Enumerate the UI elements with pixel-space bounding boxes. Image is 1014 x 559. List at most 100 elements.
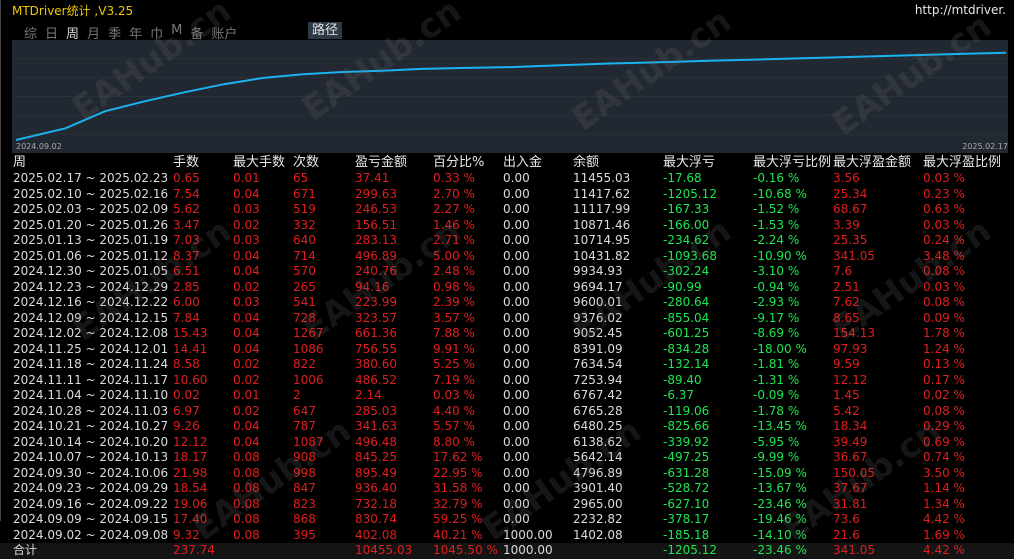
table-cell: 732.18 xyxy=(355,496,397,511)
header-cell[interactable]: 最大浮盈比例 xyxy=(923,154,1001,171)
table-cell: 2024.09.09 ~ 2024.09.15 xyxy=(13,512,169,526)
header-cell[interactable]: 最大浮盈金额 xyxy=(833,154,911,171)
table-cell: 0.65 xyxy=(173,171,200,185)
table-cell: 12.12 xyxy=(833,372,868,387)
table-cell: 17.62 % xyxy=(433,450,483,464)
table-cell: 0.02 xyxy=(233,372,260,387)
header-cell[interactable]: 出入金 xyxy=(503,154,542,171)
table-row[interactable]: 2024.10.21 ~ 2024.10.27 9.26 0.04 787 341.63… xyxy=(0,419,1014,435)
table-row[interactable]: 2025.01.13 ~ 2025.01.19 7.03 0.03 640 283.13… xyxy=(0,233,1014,249)
table-cell: 2.70 % xyxy=(433,186,475,201)
table-row[interactable]: 2024.10.14 ~ 2024.10.20 12.12 0.04 1087 496.… xyxy=(0,435,1014,451)
table-cell: 73.6 xyxy=(833,512,860,526)
table-cell: 2024.11.04 ~ 2024.11.10 xyxy=(13,388,169,402)
header-cell[interactable]: 最大手数 xyxy=(233,154,285,171)
header-cell[interactable]: 手数 xyxy=(173,154,199,171)
table-cell: -497.25 xyxy=(663,450,710,464)
table-cell: -1093.68 xyxy=(663,248,717,263)
table-cell: 0.03 xyxy=(233,202,260,216)
table-cell: 7.54 xyxy=(173,186,200,201)
table-cell: 936.40 xyxy=(355,481,397,495)
header-cell[interactable]: 百分比% xyxy=(433,154,484,171)
table-cell: 65 xyxy=(293,171,309,185)
table-row[interactable]: 2025.01.06 ~ 2025.01.12 8.37 0.04 714 496.89… xyxy=(0,249,1014,265)
table-row[interactable]: 2024.09.23 ~ 2024.09.29 18.54 0.08 847 936.4… xyxy=(0,481,1014,497)
table-row[interactable]: 2024.10.28 ~ 2024.11.03 6.97 0.02 647 285.03… xyxy=(0,404,1014,420)
table-cell: 10455.03 xyxy=(355,543,413,557)
table-cell: 237.74 xyxy=(173,543,215,557)
url-label[interactable]: http://mtdriver. xyxy=(915,3,1006,17)
table-cell: 6765.28 xyxy=(573,403,623,418)
table-cell: -834.28 xyxy=(663,341,710,356)
table-cell: -19.46 % xyxy=(753,512,807,526)
table-cell: 5.62 xyxy=(173,202,200,216)
table-row[interactable]: 2024.10.07 ~ 2024.10.13 18.17 0.08 908 845.2… xyxy=(0,450,1014,466)
table-cell: 1087 xyxy=(293,434,324,449)
table-row[interactable]: 2024.09.09 ~ 2024.09.15 17.40 0.08 868 830.7… xyxy=(0,512,1014,528)
table-row[interactable]: 2024.09.02 ~ 2024.09.08 9.32 0.08 395 402.08… xyxy=(0,528,1014,544)
table-cell: -18.00 % xyxy=(753,341,807,356)
table-cell: 7253.94 xyxy=(573,372,623,387)
table-cell: 25.35 xyxy=(833,233,868,247)
table-cell: 0.00 xyxy=(503,512,530,526)
header-cell[interactable]: 最大浮亏比例 xyxy=(753,154,831,171)
table-row[interactable]: 2024.11.18 ~ 2024.11.24 8.58 0.02 822 380.60… xyxy=(0,357,1014,373)
table-cell: 11117.99 xyxy=(573,202,631,216)
table-cell: 2965.00 xyxy=(573,496,623,511)
header-cell[interactable]: 最大浮亏 xyxy=(663,154,715,171)
table-row[interactable]: 2024.12.30 ~ 2025.01.05 6.51 0.04 570 240.76… xyxy=(0,264,1014,280)
table-cell: 19.06 xyxy=(173,496,208,511)
table-cell: 0.00 xyxy=(503,233,530,247)
table-cell: 2.71 % xyxy=(433,233,475,247)
table-row[interactable]: 2024.12.09 ~ 2024.12.15 7.84 0.04 728 323.57… xyxy=(0,311,1014,327)
header-cell[interactable]: 余额 xyxy=(573,154,599,171)
table-cell: 0.04 xyxy=(233,419,260,433)
table-cell: 0.04 xyxy=(233,186,260,201)
table-cell: 32.79 % xyxy=(433,496,483,511)
table-cell: 0.00 xyxy=(503,419,530,433)
table-cell: 0.00 xyxy=(503,326,530,340)
table-row[interactable]: 2024.11.11 ~ 2024.11.17 10.60 0.02 1006 486.… xyxy=(0,373,1014,389)
table-cell: 6.00 xyxy=(173,295,200,309)
table-cell: 2025.02.10 ~ 2025.02.16 xyxy=(13,186,169,201)
table-cell: 21.98 xyxy=(173,465,208,480)
table-cell: 2024.12.16 ~ 2024.12.22 xyxy=(13,295,169,309)
table-cell: 150.05 xyxy=(833,465,875,480)
table-cell: -23.46 % xyxy=(753,543,807,557)
header-cell[interactable]: 周 xyxy=(13,154,26,171)
table-cell: -855.04 xyxy=(663,310,710,325)
table-cell: -1205.12 xyxy=(663,543,717,557)
table-row[interactable]: 2025.02.10 ~ 2025.02.16 7.54 0.04 671 299.63… xyxy=(0,187,1014,203)
table-row[interactable]: 2024.11.04 ~ 2024.11.10 0.02 0.01 2 2.14 0.03… xyxy=(0,388,1014,404)
table-cell: 5.25 % xyxy=(433,357,475,371)
table-row[interactable]: 2025.02.03 ~ 2025.02.09 5.62 0.03 519 246.53… xyxy=(0,202,1014,218)
table-cell: 728 xyxy=(293,310,316,325)
table-cell: -185.18 xyxy=(663,527,710,542)
table-cell: 868 xyxy=(293,512,316,526)
table-cell: 8.37 xyxy=(173,248,200,263)
table-cell: 9.91 % xyxy=(433,341,475,356)
table-cell: 14.41 xyxy=(173,341,208,356)
table-row[interactable]: 2024.11.25 ~ 2024.12.01 14.41 0.04 1086 756.… xyxy=(0,342,1014,358)
table-cell: 2 xyxy=(293,388,301,402)
total-row[interactable]: 合计 237.74 10455.03 1045.50 % 1000.00 -1205.12… xyxy=(0,543,1014,559)
table-row[interactable]: 2024.12.02 ~ 2024.12.08 15.43 0.04 1267 661.… xyxy=(0,326,1014,342)
table-cell: 68.67 xyxy=(833,202,868,216)
table-row[interactable]: 2024.12.23 ~ 2024.12.29 2.85 0.02 265 94.16 0… xyxy=(0,280,1014,296)
table-row[interactable]: 2025.02.17 ~ 2025.02.23 0.65 0.01 65 37.41 0.… xyxy=(0,171,1014,187)
table-cell: -0.94 % xyxy=(753,279,800,294)
table-cell: -13.67 % xyxy=(753,481,807,495)
table-cell: 0.23 % xyxy=(923,186,965,201)
table-row[interactable]: 2024.09.30 ~ 2024.10.06 21.98 0.08 998 895.4… xyxy=(0,466,1014,482)
table-cell: 0.08 xyxy=(233,465,260,480)
header-cell[interactable]: 盈亏金额 xyxy=(355,154,407,171)
route-button[interactable]: 路径 xyxy=(308,22,342,39)
table-row[interactable]: 2024.12.16 ~ 2024.12.22 6.00 0.03 541 223.99… xyxy=(0,295,1014,311)
table-row[interactable]: 2024.09.16 ~ 2024.09.22 19.06 0.08 823 732.1… xyxy=(0,497,1014,513)
header-cell[interactable]: 次数 xyxy=(293,154,319,171)
table-cell: 2.48 % xyxy=(433,264,475,278)
table-row[interactable]: 2025.01.20 ~ 2025.01.26 3.47 0.02 332 156.51… xyxy=(0,218,1014,234)
table-cell: 12.12 xyxy=(173,434,208,449)
table-cell: 4.42 % xyxy=(923,543,965,557)
table-cell: 97.93 xyxy=(833,341,868,356)
